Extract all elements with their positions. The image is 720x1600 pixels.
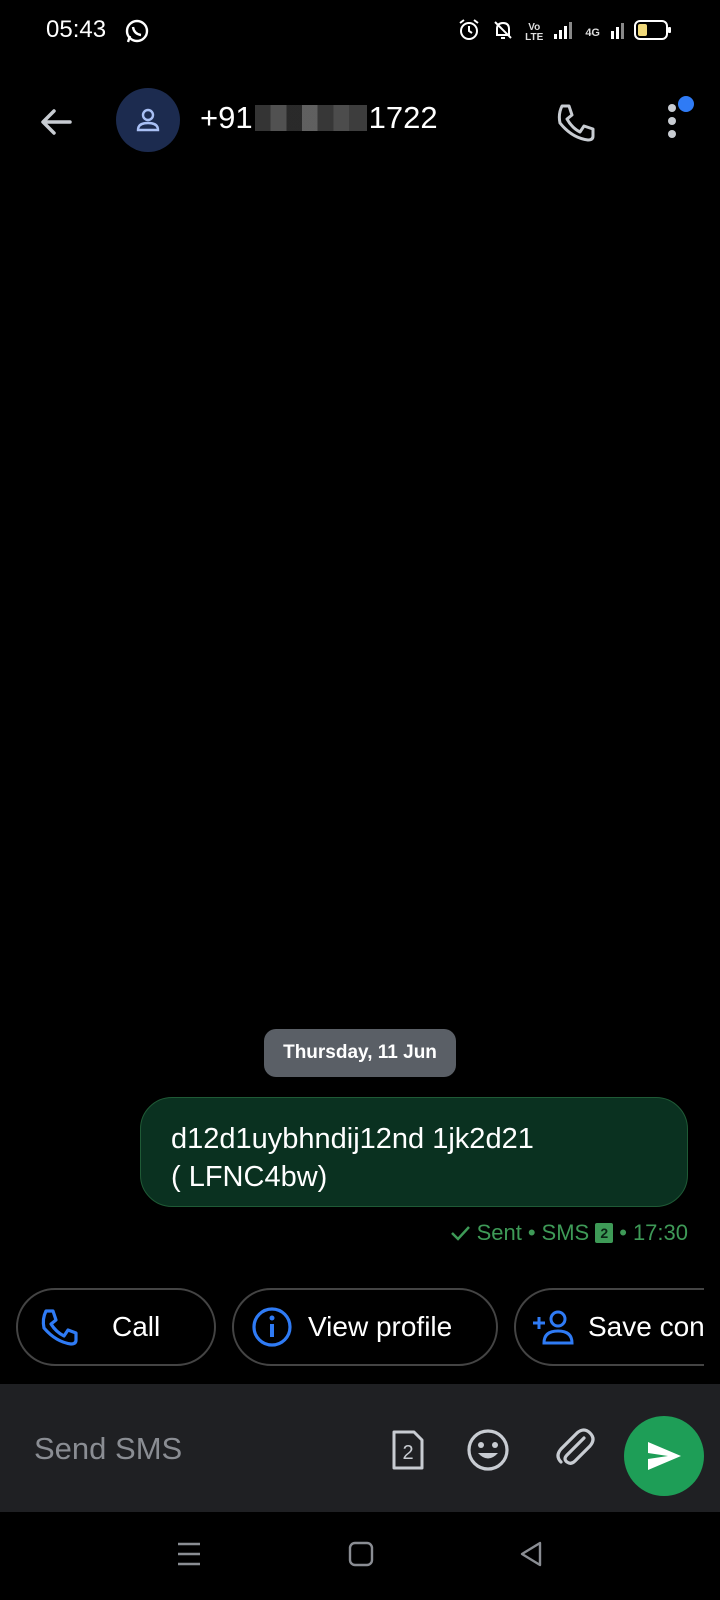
whatsapp-icon — [124, 18, 150, 49]
home-button[interactable] — [348, 1540, 374, 1573]
date-divider: Thursday, 11 Jun — [264, 1029, 456, 1077]
info-icon — [252, 1307, 292, 1347]
call-chip-label: Call — [112, 1311, 161, 1342]
contact-avatar[interactable] — [116, 88, 180, 152]
sim-card-icon: 2 — [392, 1430, 424, 1470]
status-label: Sent — [476, 1220, 522, 1245]
signal-icon — [553, 19, 575, 46]
arrow-left-icon — [41, 109, 72, 135]
separator-dot: • — [527, 1220, 536, 1245]
signal-icon-2 — [610, 19, 624, 46]
notification-dot — [678, 96, 694, 112]
number-suffix: 1722 — [368, 100, 438, 135]
emoji-icon — [467, 1429, 509, 1471]
call-chip[interactable]: Call — [16, 1288, 216, 1366]
menu-icon — [178, 1542, 200, 1566]
person-add-icon — [533, 1310, 574, 1345]
back-button[interactable] — [34, 100, 78, 144]
status-icons: Vo LTE 4G — [457, 18, 672, 47]
send-button[interactable] — [624, 1416, 704, 1496]
redacted-digits — [254, 105, 367, 131]
emoji-button[interactable] — [464, 1426, 512, 1474]
attach-button[interactable] — [550, 1424, 598, 1472]
app-bar: +91 1722 — [0, 80, 720, 160]
phone-icon — [41, 1309, 78, 1346]
save-contact-chip-label: Save con — [588, 1311, 704, 1342]
contact-number-title[interactable]: +91 1722 — [200, 100, 438, 136]
message-input[interactable] — [32, 1426, 376, 1472]
call-button[interactable] — [552, 98, 600, 146]
sim-card-icon: 2 — [595, 1223, 614, 1243]
check-icon — [450, 1226, 470, 1241]
square-icon — [348, 1541, 374, 1567]
sim-selector-button[interactable]: 2 — [390, 1428, 426, 1472]
phone-icon — [557, 104, 595, 142]
channel-label: SMS — [541, 1220, 590, 1245]
view-profile-chip-label: View profile — [308, 1311, 453, 1342]
separator-dot: • — [619, 1220, 627, 1245]
back-nav-button[interactable] — [518, 1540, 544, 1573]
more-options-button[interactable] — [662, 96, 702, 146]
volte-icon: Vo LTE — [525, 21, 544, 43]
status-time: 05:43 — [46, 16, 107, 43]
battery-icon — [634, 19, 672, 46]
person-icon — [136, 108, 160, 132]
system-nav-bar — [0, 1512, 720, 1600]
suggestion-chips: Call View profile Save con — [0, 1288, 704, 1368]
svg-text:2: 2 — [402, 1442, 413, 1464]
composer-bar: 2 — [0, 1384, 720, 1512]
view-profile-chip[interactable]: View profile — [232, 1288, 498, 1366]
network-type: 4G — [585, 26, 600, 39]
recents-button[interactable] — [176, 1540, 202, 1573]
message-text-line1: d12d1uybhndij12nd 1jk2d21 — [171, 1123, 534, 1155]
number-prefix: +91 — [200, 100, 253, 135]
message-text-line2: ( LFNC4bw) — [171, 1161, 328, 1193]
sent-message-bubble[interactable]: d12d1uybhndij12nd 1jk2d21 ( LFNC4bw) — [140, 1097, 688, 1207]
alarm-icon — [457, 18, 481, 47]
message-status: Sent • SMS 2 • 17:30 — [449, 1220, 688, 1246]
send-icon — [648, 1442, 681, 1470]
mute-bell-icon — [491, 18, 515, 47]
paperclip-icon — [556, 1428, 595, 1465]
status-bar: 05:43 Vo LTE 4G — [0, 0, 720, 64]
save-contact-chip[interactable]: Save con — [514, 1288, 704, 1366]
time-label: 17:30 — [632, 1220, 688, 1245]
triangle-back-icon — [520, 1541, 542, 1567]
